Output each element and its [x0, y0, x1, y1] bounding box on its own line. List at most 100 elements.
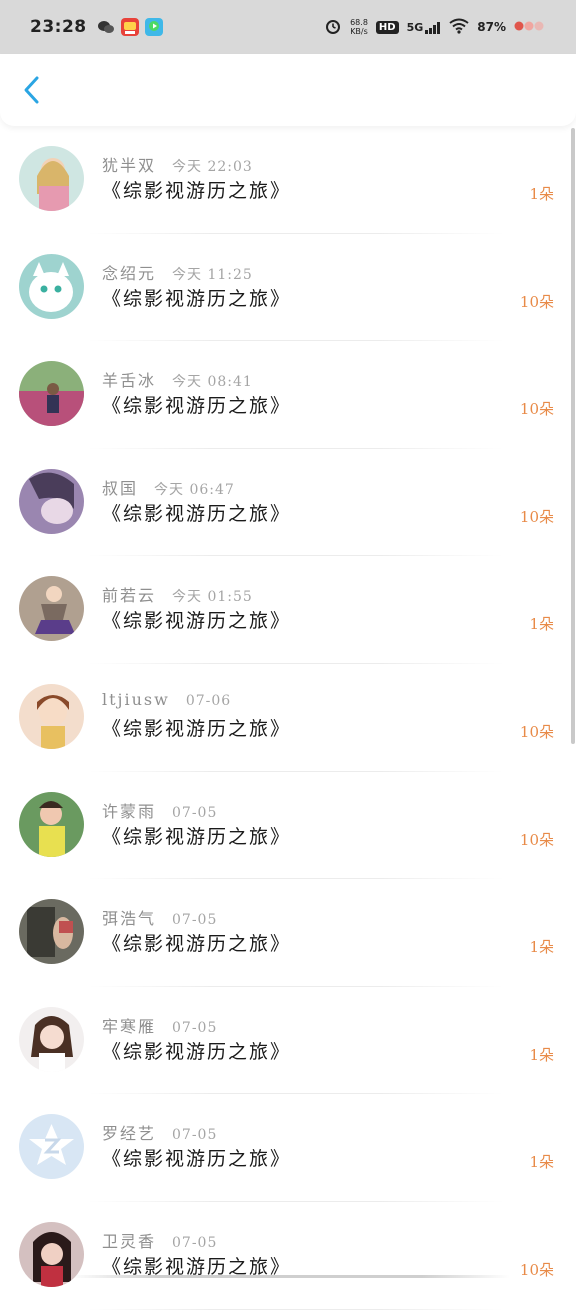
battery-icon: [514, 20, 548, 35]
avatar[interactable]: [19, 253, 84, 319]
cellular-signal: 5G: [407, 21, 442, 34]
row-meta: ltjiusw 07-06: [102, 690, 231, 709]
notification-icons: [97, 18, 163, 36]
status-bar: 23:28 68.8 KB/s HD 5G 87%: [0, 0, 576, 54]
list-item[interactable]: 弭浩气 07-05 《综影视游历之旅》 1朵: [0, 879, 576, 987]
timestamp: 07-06: [185, 692, 232, 709]
book-title: 《综影视游历之旅》: [102, 825, 292, 848]
battery-text: 87%: [477, 20, 506, 34]
list-item[interactable]: 前若云 今天 01:55 《综影视游历之旅》 1朵: [0, 556, 576, 664]
alarm-icon: [324, 17, 342, 38]
gift-amount: 10朵: [519, 830, 554, 849]
user-name: 念绍元: [102, 263, 157, 283]
book-title: 《综影视游历之旅》: [102, 610, 292, 633]
list-item[interactable]: ltjiusw 07-06 《综影视游历之旅》 10朵: [0, 664, 576, 772]
avatar[interactable]: [19, 791, 84, 857]
video-app-icon: [144, 18, 163, 36]
avatar[interactable]: [19, 1006, 84, 1072]
book-title: 《综影视游历之旅》: [102, 502, 292, 525]
status-indicators: 68.8 KB/s HD 5G 87%: [324, 17, 548, 38]
timestamp: 今天 08:41: [172, 374, 253, 391]
avatar[interactable]: [19, 468, 84, 534]
avatar[interactable]: [19, 899, 84, 965]
book-title: 《综影视游历之旅》: [102, 1040, 292, 1063]
status-time: 23:28: [30, 17, 87, 37]
list-item[interactable]: 卫灵香 07-05 《综影视游历之旅》 10朵: [0, 1202, 576, 1310]
user-name: 前若云: [102, 586, 157, 606]
user-name: ltjiusw: [102, 689, 170, 709]
book-title: 《综影视游历之旅》: [102, 1148, 292, 1171]
timestamp: 07-05: [172, 1234, 218, 1251]
user-name: 弭浩气: [102, 909, 157, 929]
shopping-app-icon: [120, 18, 139, 36]
wechat-icon: [97, 18, 115, 36]
timestamp: 07-05: [172, 1019, 218, 1036]
back-button[interactable]: [14, 72, 50, 108]
net-speed-value: 68.8: [350, 18, 368, 27]
avatar[interactable]: [19, 683, 84, 749]
avatar[interactable]: [19, 146, 84, 211]
network-type: 5G: [406, 20, 424, 34]
list-item[interactable]: 羊舌冰 今天 08:41 《综影视游历之旅》 10朵: [0, 341, 576, 449]
divider: [88, 1308, 504, 1310]
user-name: 牢寒雁: [102, 1016, 157, 1036]
gift-amount: 10朵: [519, 292, 554, 311]
timestamp: 今天 01:55: [172, 589, 253, 606]
home-indicator: [70, 1275, 510, 1278]
chevron-left-icon: [24, 76, 39, 104]
row-meta: 罗经艺 07-05: [102, 1120, 217, 1144]
list-item[interactable]: 牢寒雁 07-05 《综影视游历之旅》 1朵: [0, 987, 576, 1095]
list-item[interactable]: 叔国 今天 06:47 《综影视游历之旅》 10朵: [0, 449, 576, 557]
book-title: 《综影视游历之旅》: [102, 180, 292, 202]
user-name: 卫灵香: [102, 1231, 157, 1251]
gift-amount: 10朵: [519, 722, 554, 741]
net-speed-unit: KB/s: [350, 27, 368, 36]
user-name: 许蒙雨: [102, 801, 157, 821]
row-meta: 犹半双 今天 22:03: [102, 152, 253, 176]
row-meta: 念绍元 今天 11:25: [102, 260, 253, 284]
user-name: 犹半双: [102, 156, 157, 175]
gift-list: 犹半双 今天 22:03 《综影视游历之旅》 1朵 念绍元 今天 11:25 《…: [0, 126, 576, 1310]
network-speed: 68.8 KB/s: [350, 18, 368, 36]
user-name: 罗经艺: [102, 1124, 157, 1144]
user-name: 羊舌冰: [102, 371, 157, 391]
avatar[interactable]: [19, 576, 84, 642]
gift-amount: 10朵: [519, 400, 554, 419]
gift-amount: 1朵: [529, 185, 554, 203]
list-item[interactable]: 犹半双 今天 22:03 《综影视游历之旅》 1朵: [0, 126, 576, 234]
book-title: 《综影视游历之旅》: [102, 717, 292, 740]
wifi-icon: [449, 18, 469, 37]
gift-amount: 10朵: [519, 1260, 554, 1279]
timestamp: 07-05: [172, 912, 218, 929]
header: [0, 54, 576, 126]
row-meta: 许蒙雨 07-05: [102, 798, 217, 822]
row-meta: 弭浩气 07-05: [102, 905, 217, 929]
timestamp: 今天 06:47: [154, 481, 235, 498]
gift-amount: 1朵: [529, 938, 554, 957]
avatar[interactable]: [19, 1114, 84, 1180]
timestamp: 07-05: [172, 804, 218, 821]
row-meta: 叔国 今天 06:47: [102, 475, 235, 499]
avatar[interactable]: [19, 361, 84, 427]
timestamp: 07-05: [172, 1127, 218, 1144]
book-title: 《综影视游历之旅》: [102, 933, 292, 956]
user-name: 叔国: [102, 478, 139, 498]
row-meta: 前若云 今天 01:55: [102, 582, 253, 606]
row-meta: 卫灵香 07-05: [102, 1228, 217, 1252]
timestamp: 今天 22:03: [172, 159, 253, 175]
scrollbar[interactable]: [571, 128, 575, 744]
row-meta: 羊舌冰 今天 08:41: [102, 367, 253, 391]
list-item[interactable]: 许蒙雨 07-05 《综影视游历之旅》 10朵: [0, 772, 576, 880]
book-title: 《综影视游历之旅》: [102, 395, 292, 418]
book-title: 《综影视游历之旅》: [102, 287, 292, 310]
gift-amount: 1朵: [529, 1045, 554, 1064]
gift-amount: 1朵: [529, 615, 554, 634]
gift-amount: 10朵: [519, 507, 554, 526]
list-item[interactable]: 罗经艺 07-05 《综影视游历之旅》 1朵: [0, 1094, 576, 1202]
signal-bars-icon: [425, 21, 441, 34]
list-item[interactable]: 念绍元 今天 11:25 《综影视游历之旅》 10朵: [0, 234, 576, 342]
row-meta: 牢寒雁 07-05: [102, 1013, 217, 1037]
timestamp: 今天 11:25: [172, 266, 253, 283]
hd-badge: HD: [375, 20, 399, 34]
gift-amount: 1朵: [529, 1153, 554, 1172]
